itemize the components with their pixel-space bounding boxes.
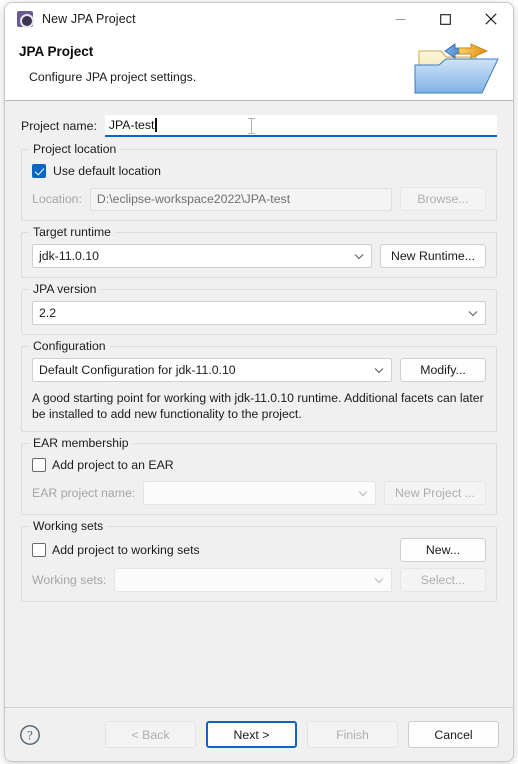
project-name-row: Project name: JPA-test: [21, 115, 497, 137]
minimize-button[interactable]: [378, 3, 423, 35]
select-working-set-button: Select...: [400, 568, 486, 592]
working-sets-label: Working sets:: [32, 573, 107, 587]
chevron-down-icon: [357, 487, 369, 499]
cancel-button[interactable]: Cancel: [408, 721, 499, 748]
configuration-description: A good starting point for working with j…: [32, 391, 484, 421]
target-runtime-group: Target runtime jdk-11.0.10 New Runtime..…: [21, 225, 497, 278]
location-input: D:\eclipse-workspace2022\JPA-test: [89, 187, 392, 211]
svg-text:?: ?: [27, 728, 33, 742]
ear-membership-legend: EAR membership: [29, 436, 133, 450]
use-default-location-row[interactable]: Use default location: [32, 161, 486, 181]
new-ear-project-button: New Project ...: [384, 481, 486, 505]
add-to-working-sets-checkbox[interactable]: [32, 543, 46, 557]
folder-with-arrows-icon: [409, 35, 505, 99]
maximize-button[interactable]: [423, 3, 468, 35]
add-project-to-ear-label: Add project to an EAR: [52, 458, 174, 472]
chevron-down-icon: [353, 250, 365, 262]
working-sets-group: Working sets Add project to working sets…: [21, 519, 497, 602]
target-runtime-combo[interactable]: jdk-11.0.10: [32, 244, 372, 268]
add-to-working-sets-checkbox-row[interactable]: Add project to working sets: [32, 540, 200, 560]
new-working-set-button[interactable]: New...: [400, 538, 486, 562]
chevron-down-icon: [373, 364, 385, 376]
configuration-row: Default Configuration for jdk-11.0.10 Mo…: [32, 358, 486, 382]
dialog-footer: ? < Back Next > Finish Cancel: [5, 707, 513, 761]
chevron-down-icon: [467, 307, 479, 319]
working-sets-combo: [114, 568, 392, 592]
project-location-group: Project location Use default location Lo…: [21, 142, 497, 221]
target-runtime-value: jdk-11.0.10: [39, 249, 99, 263]
dialog-body: Project name: JPA-test Project location …: [5, 101, 513, 707]
back-button: < Back: [105, 721, 196, 748]
text-caret: [155, 118, 157, 132]
location-row: Location: D:\eclipse-workspace2022\JPA-t…: [32, 187, 486, 211]
jpa-version-row: 2.2: [32, 301, 486, 325]
ear-project-name-label: EAR project name:: [32, 486, 136, 500]
new-jpa-project-dialog: New JPA Project JPA Project Configure JP…: [4, 2, 514, 762]
jpa-version-legend: JPA version: [29, 282, 101, 296]
window-title: New JPA Project: [42, 12, 136, 26]
project-location-legend: Project location: [29, 142, 121, 156]
add-to-working-sets-row: Add project to working sets New...: [32, 538, 486, 562]
jpa-version-group: JPA version 2.2: [21, 282, 497, 335]
title-bar: New JPA Project: [5, 3, 513, 35]
wizard-header: JPA Project Configure JPA project settin…: [5, 35, 513, 101]
next-button[interactable]: Next >: [206, 721, 297, 748]
configuration-combo[interactable]: Default Configuration for jdk-11.0.10: [32, 358, 392, 382]
finish-button: Finish: [307, 721, 398, 748]
add-project-to-ear-checkbox[interactable]: [32, 458, 46, 472]
project-name-input[interactable]: JPA-test: [104, 115, 497, 137]
configuration-legend: Configuration: [29, 339, 110, 353]
add-project-to-ear-row[interactable]: Add project to an EAR: [32, 455, 486, 475]
project-name-value: JPA-test: [108, 118, 155, 132]
ear-project-name-row: EAR project name: New Project ...: [32, 481, 486, 505]
ibeam-cursor: [247, 118, 255, 134]
use-default-location-checkbox[interactable]: [32, 164, 46, 178]
configuration-value: Default Configuration for jdk-11.0.10: [39, 363, 236, 377]
close-button[interactable]: [468, 3, 513, 35]
add-to-working-sets-label: Add project to working sets: [52, 543, 200, 557]
target-runtime-row: jdk-11.0.10 New Runtime...: [32, 244, 486, 268]
jpa-version-combo[interactable]: 2.2: [32, 301, 486, 325]
modify-button[interactable]: Modify...: [400, 358, 486, 382]
chevron-down-icon: [373, 574, 385, 586]
project-name-label: Project name:: [21, 119, 97, 133]
window-controls: [378, 3, 513, 35]
browse-button: Browse...: [400, 187, 486, 211]
working-sets-legend: Working sets: [29, 519, 108, 533]
target-runtime-legend: Target runtime: [29, 225, 115, 239]
new-runtime-button[interactable]: New Runtime...: [379, 244, 486, 268]
ear-project-name-combo: [143, 481, 377, 505]
ear-membership-group: EAR membership Add project to an EAR EAR…: [21, 436, 497, 515]
configuration-group: Configuration Default Configuration for …: [21, 339, 497, 432]
jpa-version-value: 2.2: [39, 306, 57, 320]
help-question-icon[interactable]: ?: [19, 724, 41, 746]
jpa-project-icon: [17, 11, 34, 28]
location-label: Location:: [32, 192, 82, 206]
working-sets-row: Working sets: Select...: [32, 568, 486, 592]
use-default-location-label: Use default location: [53, 164, 162, 178]
